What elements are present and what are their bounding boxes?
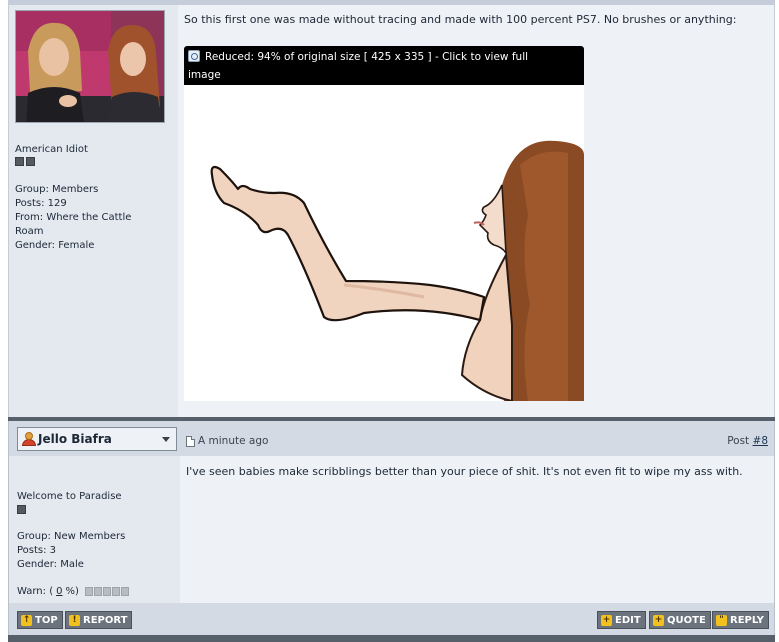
post-date: A minute ago xyxy=(186,435,268,447)
rank-pip xyxy=(17,505,26,514)
post-text: So this first one was made without traci… xyxy=(184,13,737,26)
warn-pip xyxy=(102,587,111,596)
post-number-label: Post xyxy=(727,435,750,447)
reply-button-label: REPLY xyxy=(730,614,764,626)
plus-icon: + xyxy=(653,614,664,626)
author-posts: Posts: 129 xyxy=(15,198,67,209)
rank-pips xyxy=(17,505,26,514)
top-button-label: TOP xyxy=(35,614,58,626)
author-location-cont: Roam xyxy=(15,226,44,237)
warn-label: Warn: ( xyxy=(17,586,54,597)
avatar[interactable] xyxy=(15,10,165,123)
post-number: Post #8 xyxy=(727,435,768,447)
reply-button[interactable]: " REPLY xyxy=(712,611,769,629)
report-button-label: REPORT xyxy=(83,614,128,626)
author-location: From: Where the Cattle xyxy=(15,212,132,223)
author-gender: Gender: Male xyxy=(17,559,84,570)
magnify-icon xyxy=(188,50,200,62)
warn-pips xyxy=(84,587,129,596)
avatar-photo xyxy=(16,11,164,122)
post-number-link[interactable]: #8 xyxy=(753,435,768,447)
resize-notice-line1: Reduced: 94% of original size [ 425 x 33… xyxy=(205,51,529,63)
post-1-author-panel: American Idiot Group: Members Posts: 129… xyxy=(8,5,178,417)
topic-view: American Idiot Group: Members Posts: 129… xyxy=(8,0,775,642)
quote-button[interactable]: + QUOTE xyxy=(649,611,711,629)
warn-suffix: %) xyxy=(65,586,79,597)
author-group: Group: Members xyxy=(15,184,99,195)
post-image[interactable]: Reduced: 94% of original size [ 425 x 33… xyxy=(184,46,584,401)
post-footer: ↑ TOP ! REPORT + EDIT + QUOTE " REPLY xyxy=(8,603,775,635)
warn-pip xyxy=(120,587,129,596)
warn-value-link[interactable]: 0 xyxy=(56,586,62,597)
rank-pip xyxy=(15,157,24,166)
quote-marks-icon: " xyxy=(716,614,727,626)
author-posts: Posts: 3 xyxy=(17,545,57,556)
user-icon xyxy=(22,432,36,446)
post-bottom-separator xyxy=(8,635,775,642)
post-header: Jello Biafra A minute ago Post #8 xyxy=(8,421,775,456)
edit-button[interactable]: + EDIT xyxy=(597,611,646,629)
author-info: Group: New Members Posts: 3 Gender: Male xyxy=(17,530,125,572)
post-8-body: I've seen babies make scribblings better… xyxy=(180,456,775,603)
chevron-down-icon[interactable] xyxy=(162,436,170,442)
warn-pip xyxy=(93,587,102,596)
post-8: Jello Biafra A minute ago Post #8 Welcom… xyxy=(8,417,775,642)
warn-pip xyxy=(84,587,93,596)
post-1-body: So this first one was made without traci… xyxy=(178,5,775,417)
post-time: A minute ago xyxy=(198,435,269,447)
author-title: American Idiot xyxy=(15,144,88,155)
rank-pips xyxy=(15,157,35,166)
author-info: Group: Members Posts: 129 From: Where th… xyxy=(15,183,131,253)
image-resize-notice[interactable]: Reduced: 94% of original size [ 425 x 33… xyxy=(184,46,584,85)
resize-notice-line2: image xyxy=(188,69,221,81)
rank-pip xyxy=(26,157,35,166)
post-text: I've seen babies make scribblings better… xyxy=(186,465,743,478)
author-name[interactable]: Jello Biafra xyxy=(38,432,162,446)
plus-icon: + xyxy=(601,614,612,626)
warn-pip xyxy=(111,587,120,596)
post-1: American Idiot Group: Members Posts: 129… xyxy=(8,0,775,417)
author-name-dropdown[interactable]: Jello Biafra xyxy=(17,427,177,451)
drawing-artwork xyxy=(184,85,584,401)
author-title: Welcome to Paradise xyxy=(17,491,122,502)
warn-level: Warn: (0%) xyxy=(17,586,129,597)
arrow-up-icon: ↑ xyxy=(21,614,32,626)
top-button[interactable]: ↑ TOP xyxy=(17,611,63,629)
report-button[interactable]: ! REPORT xyxy=(65,611,133,629)
edit-button-label: EDIT xyxy=(615,614,641,626)
author-gender: Gender: Female xyxy=(15,240,95,251)
document-icon xyxy=(186,435,195,447)
quote-button-label: QUOTE xyxy=(667,614,706,626)
author-group: Group: New Members xyxy=(17,531,126,542)
post-8-author-panel: Welcome to Paradise Group: New Members P… xyxy=(8,456,180,603)
exclamation-icon: ! xyxy=(69,614,80,626)
